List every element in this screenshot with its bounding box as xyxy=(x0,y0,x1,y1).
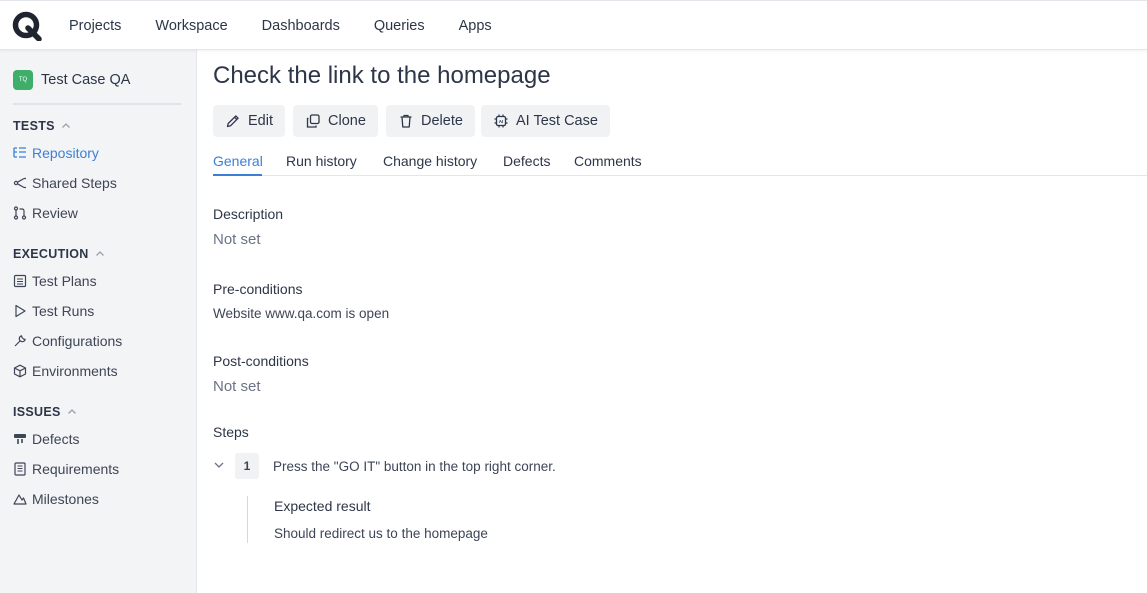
sidebar-item-requirements[interactable]: Requirements xyxy=(13,461,119,477)
ai-test-case-button-label: AI Test Case xyxy=(516,113,598,129)
step-action: Press the "GO IT" button in the top righ… xyxy=(273,459,556,474)
tab-run-history[interactable]: Run history xyxy=(286,153,357,169)
postconditions-label: Post-conditions xyxy=(213,353,309,369)
trash-icon xyxy=(400,114,412,128)
repository-icon xyxy=(13,147,26,158)
sidebar-item-milestones[interactable]: Milestones xyxy=(13,491,99,507)
shared-steps-icon xyxy=(13,177,26,189)
edit-button-label: Edit xyxy=(248,113,273,129)
section-tests-toggle[interactable]: TESTS xyxy=(13,119,71,133)
preconditions-label: Pre-conditions xyxy=(213,281,303,297)
delete-button-label: Delete xyxy=(421,113,463,129)
clone-button[interactable]: Clone xyxy=(293,105,378,137)
description-value: Not set xyxy=(213,231,261,248)
edit-button[interactable]: Edit xyxy=(213,105,285,137)
step-number: 1 xyxy=(235,453,259,479)
expected-result-label: Expected result xyxy=(274,498,371,514)
clone-button-label: Clone xyxy=(328,113,366,129)
chevron-down-icon[interactable] xyxy=(213,459,225,471)
section-execution-toggle[interactable]: EXECUTION xyxy=(13,247,105,261)
project-avatar: TQ xyxy=(13,70,33,90)
sidebar-item-review[interactable]: Review xyxy=(13,205,78,221)
pull-request-icon xyxy=(13,206,27,220)
test-plans-icon xyxy=(13,274,27,288)
section-issues-toggle[interactable]: ISSUES xyxy=(13,405,77,419)
app-logo-icon[interactable] xyxy=(12,11,42,41)
nav-dashboards[interactable]: Dashboards xyxy=(245,18,357,34)
document-icon xyxy=(14,462,26,476)
top-navbar: Projects Workspace Dashboards Queries Ap… xyxy=(0,0,1147,50)
chevron-up-icon xyxy=(95,251,104,256)
tab-change-history[interactable]: Change history xyxy=(383,153,477,169)
page-title: Check the link to the homepage xyxy=(213,62,551,89)
play-icon xyxy=(15,304,26,318)
copy-icon xyxy=(306,114,320,128)
delete-button[interactable]: Delete xyxy=(386,105,475,137)
nav-queries[interactable]: Queries xyxy=(357,18,442,34)
sidebar-item-label: Shared Steps xyxy=(32,175,117,191)
sidebar-item-label: Test Runs xyxy=(32,303,95,319)
defects-icon xyxy=(14,434,26,444)
nav-apps[interactable]: Apps xyxy=(442,18,509,34)
chevron-up-icon xyxy=(61,123,70,128)
sidebar-item-configurations[interactable]: Configurations xyxy=(13,333,122,349)
sidebar-divider xyxy=(13,103,181,105)
expected-result-value: Should redirect us to the homepage xyxy=(274,526,488,541)
sidebar-item-test-runs[interactable]: Test Runs xyxy=(13,303,94,319)
section-execution-label: EXECUTION xyxy=(13,247,89,261)
step-divider xyxy=(247,496,248,543)
section-tests-label: TESTS xyxy=(13,119,55,133)
chevron-up-icon xyxy=(67,409,76,414)
description-label: Description xyxy=(213,206,284,222)
svg-text:AI: AI xyxy=(499,119,504,124)
project-selector[interactable]: TQ Test Case QA xyxy=(13,70,130,90)
steps-label: Steps xyxy=(213,424,249,440)
tab-comments[interactable]: Comments xyxy=(574,153,642,169)
nav-projects[interactable]: Projects xyxy=(52,18,138,34)
sidebar-item-label: Review xyxy=(32,205,78,221)
sidebar-item-label: Defects xyxy=(32,431,80,447)
sidebar-item-environments[interactable]: Environments xyxy=(13,363,118,379)
nav-workspace[interactable]: Workspace xyxy=(138,18,244,34)
sidebar-item-repository[interactable]: Repository xyxy=(13,145,99,161)
preconditions-value: Website www.qa.com is open xyxy=(213,306,390,321)
sidebar: TQ Test Case QA TESTS Repository Shared … xyxy=(0,50,197,593)
active-tab-indicator xyxy=(213,174,262,176)
sidebar-item-label: Configurations xyxy=(32,333,123,349)
sidebar-item-shared-steps[interactable]: Shared Steps xyxy=(13,175,117,191)
sidebar-item-label: Requirements xyxy=(32,461,120,477)
postconditions-value: Not set xyxy=(213,378,261,395)
pencil-icon xyxy=(226,115,239,128)
project-name: Test Case QA xyxy=(41,72,131,88)
tab-general[interactable]: General xyxy=(213,153,263,169)
tab-bar: General Run history Change history Defec… xyxy=(213,150,1147,176)
section-issues-label: ISSUES xyxy=(13,405,61,419)
sidebar-item-test-plans[interactable]: Test Plans xyxy=(13,273,97,289)
sidebar-item-label: Milestones xyxy=(32,491,99,507)
ai-chip-icon: AI xyxy=(494,114,508,128)
wrench-icon xyxy=(14,335,26,347)
sidebar-item-label: Repository xyxy=(32,145,99,161)
sidebar-item-label: Environments xyxy=(32,363,118,379)
ai-test-case-button[interactable]: AI AI Test Case xyxy=(481,105,610,137)
sidebar-item-label: Test Plans xyxy=(32,273,97,289)
sidebar-item-defects[interactable]: Defects xyxy=(13,431,79,447)
tab-defects[interactable]: Defects xyxy=(503,153,550,169)
top-nav: Projects Workspace Dashboards Queries Ap… xyxy=(52,1,509,51)
cube-icon xyxy=(13,364,27,378)
mountain-icon xyxy=(13,494,27,505)
